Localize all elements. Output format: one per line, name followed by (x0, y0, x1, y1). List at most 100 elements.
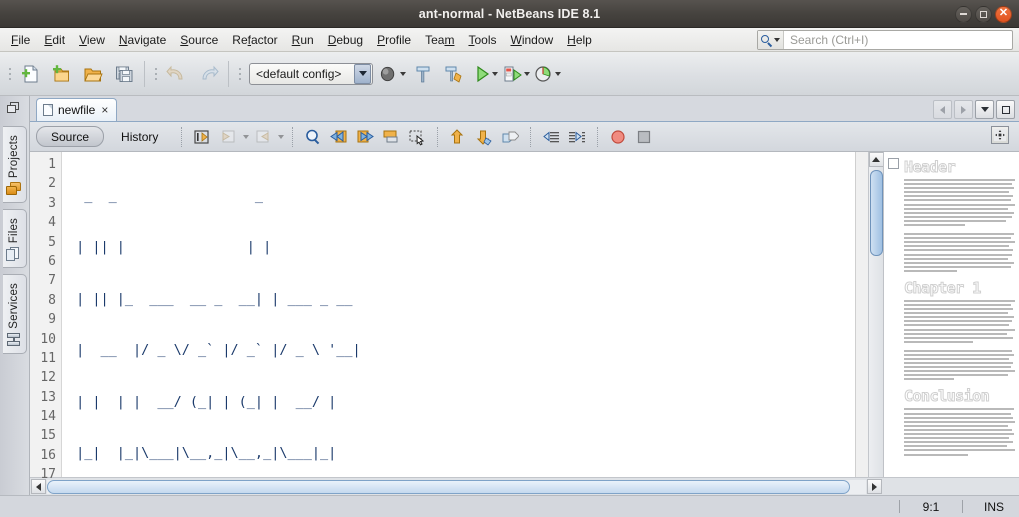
line-number: 13 (40, 389, 56, 405)
insert-mode-indicator[interactable]: INS (977, 500, 1011, 514)
config-value: <default config> (256, 66, 342, 81)
window-layout-icon[interactable] (6, 100, 24, 116)
menu-edit[interactable]: Edit (37, 30, 72, 50)
preview-toggle-checkbox[interactable] (888, 158, 899, 169)
tab-source[interactable]: Source (36, 126, 105, 147)
rectangular-selection-button[interactable] (405, 125, 429, 149)
sidebar-item-files[interactable]: Files (2, 209, 27, 269)
toolbar-grip-3[interactable] (236, 63, 243, 85)
document-preview-panel[interactable]: Header Chapter 1 Conclusion (883, 152, 1019, 477)
chevron-down-icon[interactable] (523, 71, 530, 76)
stop-macro-recording-button[interactable] (632, 125, 656, 149)
code-line: | | | | __/ (_| | (_| | __/ | (68, 393, 361, 410)
toolbar-grip-2[interactable] (152, 63, 159, 85)
previous-bookmark-button[interactable] (327, 125, 351, 149)
menu-source[interactable]: Source (173, 30, 225, 50)
tab-history[interactable]: History (106, 126, 173, 147)
build-project-button[interactable] (377, 59, 407, 89)
editor-vertical-scrollbar[interactable] (868, 152, 884, 477)
new-file-button[interactable] (16, 59, 46, 89)
run-project-button[interactable] (470, 59, 500, 89)
code-text-area[interactable]: _ _ _ | || | | | | || |_ ___ __ _ __| | … (62, 152, 855, 477)
undo-button[interactable] (162, 59, 192, 89)
menu-help[interactable]: Help (560, 30, 599, 50)
maximize-window-button[interactable] (996, 100, 1015, 119)
shift-right-button[interactable] (565, 125, 589, 149)
toggle-bookmark-button[interactable] (379, 125, 403, 149)
menu-window[interactable]: Window (503, 30, 560, 50)
scroll-tabs-left-button[interactable] (933, 100, 952, 119)
chevron-down-icon[interactable] (491, 71, 498, 76)
back-button[interactable] (216, 125, 240, 149)
hscroll-track[interactable] (47, 479, 866, 494)
menu-team[interactable]: Team (418, 30, 461, 50)
last-edit-icon (194, 129, 209, 144)
netbeans-window: ant-normal - NetBeans IDE 8.1 ✕ File Edi… (0, 0, 1019, 517)
close-tab-icon[interactable]: × (100, 104, 109, 116)
clean-and-build-button[interactable] (439, 59, 469, 89)
search-input[interactable] (784, 31, 1012, 49)
open-project-button[interactable] (78, 59, 108, 89)
menu-refactor[interactable]: Refactor (225, 30, 284, 50)
minimize-button[interactable] (955, 5, 972, 23)
scrollbar-thumb[interactable] (47, 479, 850, 494)
next-bookmark-button[interactable] (353, 125, 377, 149)
save-all-button[interactable] (109, 59, 139, 89)
editor-horizontal-scrollbar[interactable] (30, 477, 1019, 495)
hammer-icon (380, 66, 395, 81)
menu-run[interactable]: Run (285, 30, 321, 50)
project-configuration-combo[interactable]: <default config> (249, 62, 373, 85)
menu-tools[interactable]: Tools (461, 30, 503, 50)
last-edit-button[interactable] (190, 125, 214, 149)
chevron-down-icon[interactable] (278, 134, 285, 139)
start-macro-recording-button[interactable] (606, 125, 630, 149)
sidebar-item-services[interactable]: Services (2, 274, 27, 355)
chevron-down-icon[interactable] (243, 134, 250, 139)
chevron-down-icon[interactable] (354, 63, 371, 84)
scroll-tabs-right-button[interactable] (954, 100, 973, 119)
toolbar-separator (144, 60, 145, 87)
maximize-button[interactable] (975, 5, 992, 23)
menu-navigate[interactable]: Navigate (112, 30, 173, 50)
find-selection-button[interactable] (301, 125, 325, 149)
redo-icon (202, 65, 219, 79)
shift-left-button[interactable] (539, 125, 563, 149)
new-project-button[interactable] (47, 59, 77, 89)
editor-tab-newfile[interactable]: newfile × (36, 98, 118, 121)
menu-file[interactable]: File (4, 30, 37, 50)
menu-debug[interactable]: Debug (321, 30, 370, 50)
debug-icon (504, 66, 522, 81)
scrollbar-thumb[interactable] (870, 170, 883, 256)
caret-position-indicator[interactable]: 9:1 (914, 500, 948, 514)
scroll-right-button[interactable] (867, 479, 882, 494)
maximize-icon (980, 10, 987, 18)
close-button[interactable]: ✕ (995, 5, 1012, 23)
toggle-highlight-button[interactable] (498, 125, 522, 149)
chevron-down-icon[interactable] (554, 71, 561, 76)
forward-button[interactable] (251, 125, 275, 149)
scroll-up-button[interactable] (868, 152, 884, 167)
next-error-button[interactable] (472, 125, 496, 149)
chevron-down-icon[interactable] (400, 71, 406, 76)
profile-project-button[interactable] (532, 59, 562, 89)
previous-error-button[interactable] (446, 125, 470, 149)
menu-profile[interactable]: Profile (370, 30, 418, 50)
line-number: 1 (48, 157, 56, 172)
toolbar-grip[interactable] (6, 63, 13, 85)
menu-view[interactable]: View (72, 30, 112, 50)
debug-project-button[interactable] (501, 59, 531, 89)
clean-build-button[interactable] (408, 59, 438, 89)
sidebar-item-projects[interactable]: Projects (2, 126, 27, 204)
tab-list-button[interactable] (975, 100, 994, 119)
error-annotation-strip[interactable] (855, 152, 868, 477)
document-tab-bar: newfile × (30, 96, 1019, 122)
search-icon[interactable] (758, 31, 784, 49)
redo-button[interactable] (193, 59, 223, 89)
title-bar: ant-normal - NetBeans IDE 8.1 ✕ (0, 0, 1019, 28)
expand-editor-button[interactable] (991, 126, 1009, 144)
minimize-icon (960, 13, 967, 15)
search-box[interactable] (757, 30, 1013, 50)
line-number: 5 (48, 234, 56, 250)
line-number: 3 (48, 195, 56, 211)
line-number: 6 (48, 253, 56, 269)
